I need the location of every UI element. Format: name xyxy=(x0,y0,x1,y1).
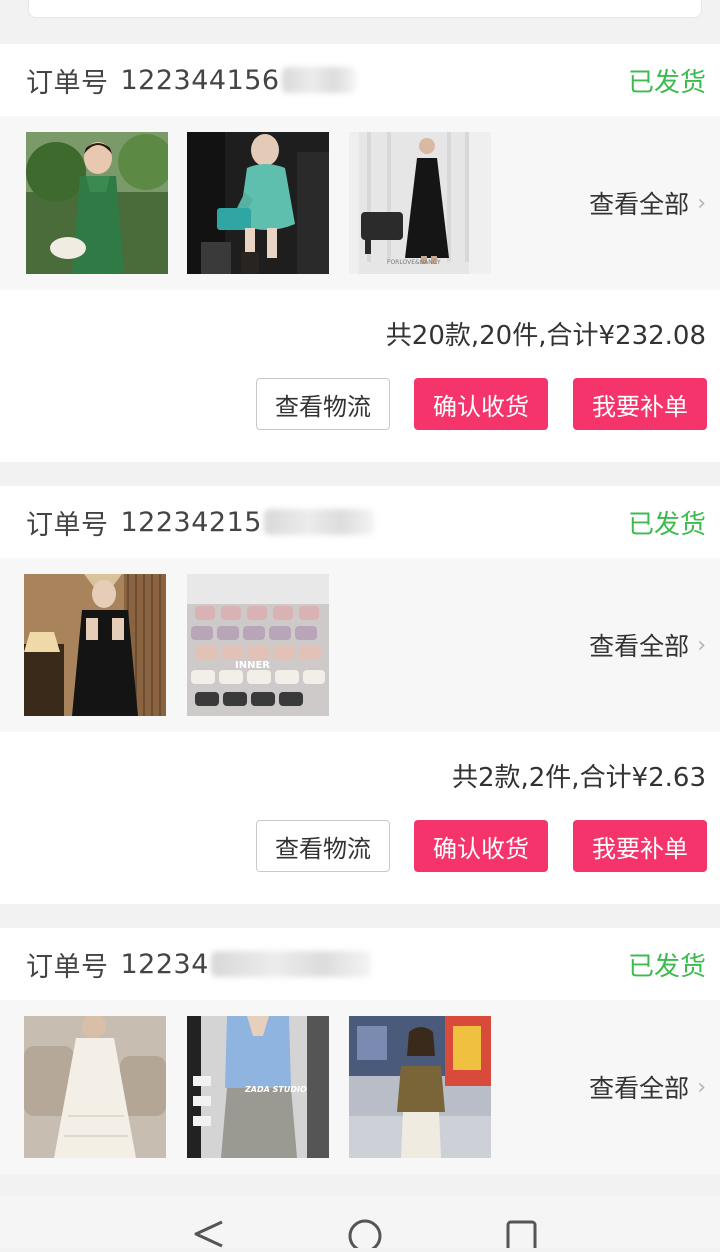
order-status: 已发货 xyxy=(627,509,706,540)
order-number: 订单号 122344156 xyxy=(26,61,356,100)
view-all-label: 查看全部 xyxy=(589,632,690,661)
view-all-link[interactable]: 查看全部 › xyxy=(589,1069,706,1105)
view-all-link[interactable]: 查看全部 › xyxy=(589,627,706,663)
view-logistics-button[interactable]: 查看物流 xyxy=(256,378,390,430)
product-thumbnail[interactable] xyxy=(187,132,329,274)
product-thumbnail[interactable]: ZADA STUDIO xyxy=(187,1016,329,1158)
product-thumbnail[interactable] xyxy=(24,1016,166,1158)
chevron-right-icon: › xyxy=(697,632,706,658)
order-number-label: 订单号 xyxy=(26,67,109,99)
order-summary: 共2款,2件,合计¥2.63 xyxy=(451,763,706,793)
recents-square-icon[interactable] xyxy=(506,1220,537,1252)
order-actions: 查看物流 确认收货 我要补单 xyxy=(0,820,720,906)
order-number-redaction xyxy=(263,509,374,535)
search-card-edge xyxy=(28,0,702,18)
order-card-3: 订单号 12234 已发货 ZADA STUDIO 查看全部 › xyxy=(0,928,720,1174)
order-status: 已发货 xyxy=(627,951,706,982)
product-thumbnail[interactable] xyxy=(349,1016,491,1158)
reorder-button[interactable]: 我要补单 xyxy=(573,378,707,430)
order-number: 订单号 12234215 xyxy=(26,503,374,542)
view-all-link[interactable]: 查看全部 › xyxy=(589,185,706,221)
goods-strip[interactable]: ZADA STUDIO 查看全部 › xyxy=(0,1000,720,1174)
order-number-label: 订单号 xyxy=(26,509,109,541)
back-triangle-icon[interactable] xyxy=(194,1220,223,1248)
home-circle-icon[interactable] xyxy=(348,1219,382,1252)
confirm-receipt-button[interactable]: 确认收货 xyxy=(414,820,548,872)
view-all-label: 查看全部 xyxy=(589,1074,690,1103)
thumbnail-watermark: FORLOVE&NANCY xyxy=(387,259,441,266)
product-thumbnail[interactable]: INNER xyxy=(187,574,329,716)
chevron-right-icon: › xyxy=(697,190,706,216)
order-header: 订单号 12234 已发货 xyxy=(0,928,720,1000)
confirm-receipt-button[interactable]: 确认收货 xyxy=(414,378,548,430)
product-thumbnail[interactable]: FORLOVE&NANCY xyxy=(349,132,491,274)
system-nav-bar xyxy=(0,1196,720,1252)
order-status: 已发货 xyxy=(627,67,706,98)
goods-strip[interactable]: INNER 查看全部 › xyxy=(0,558,720,732)
goods-strip[interactable]: FORLOVE&NANCY 查看全部 › xyxy=(0,116,720,290)
order-card-2: 订单号 12234215 已发货 INNER 查看全部 › 共2款,2件,合计¥… xyxy=(0,486,720,904)
order-number-value: 122344156 xyxy=(120,64,280,96)
reorder-button[interactable]: 我要补单 xyxy=(573,820,707,872)
order-header: 订单号 12234215 已发货 xyxy=(0,486,720,558)
order-card-1: 订单号 122344156 已发货 FORLOVE&NANCY 查看全部 › 共… xyxy=(0,44,720,462)
order-number-redaction xyxy=(281,67,356,93)
product-thumbnail[interactable] xyxy=(24,574,166,716)
view-all-label: 查看全部 xyxy=(589,190,690,219)
order-actions: 查看物流 确认收货 我要补单 xyxy=(0,378,720,464)
product-thumbnail[interactable] xyxy=(26,132,168,274)
order-number-value: 12234215 xyxy=(120,506,262,538)
thumbnail-watermark: INNER xyxy=(235,660,270,671)
view-logistics-button[interactable]: 查看物流 xyxy=(256,820,390,872)
order-number: 订单号 12234 xyxy=(26,945,371,984)
order-summary: 共20款,20件,合计¥232.08 xyxy=(385,321,706,351)
thumbnail-watermark: ZADA STUDIO xyxy=(244,1085,307,1094)
order-number-value: 12234 xyxy=(120,948,209,980)
chevron-right-icon: › xyxy=(697,1074,706,1100)
order-number-redaction xyxy=(210,951,371,977)
order-number-label: 订单号 xyxy=(26,951,109,983)
order-header: 订单号 122344156 已发货 xyxy=(0,44,720,116)
